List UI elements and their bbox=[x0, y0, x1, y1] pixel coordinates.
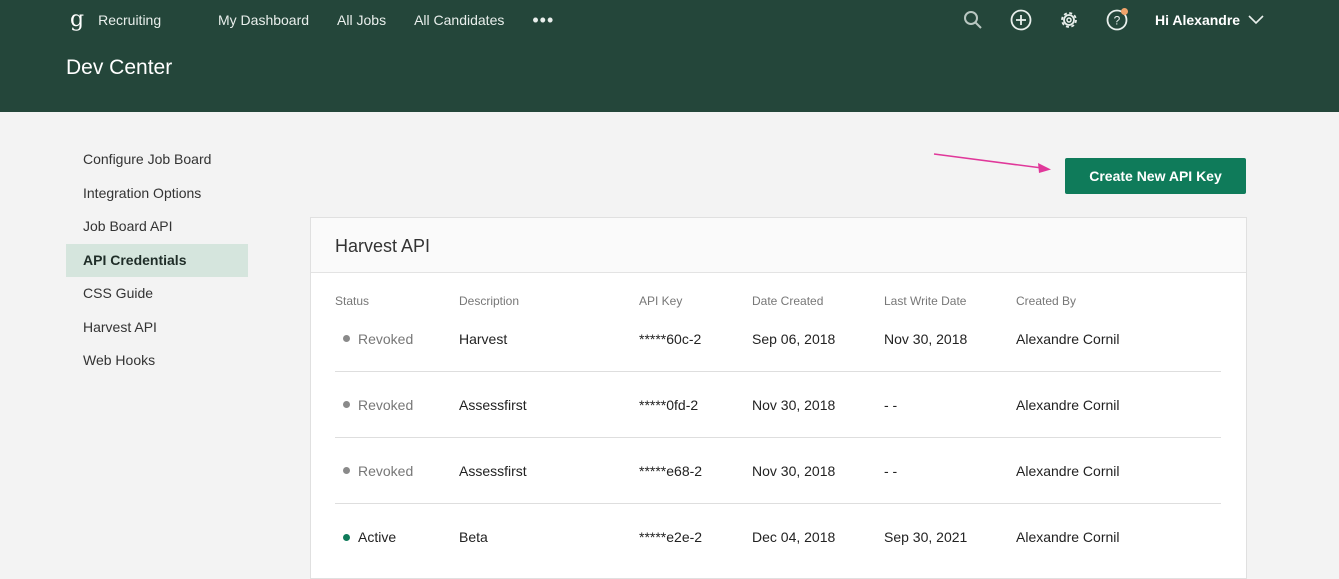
status-cell: Active bbox=[335, 504, 396, 570]
sidebar-item-css-guide[interactable]: CSS Guide bbox=[66, 277, 248, 311]
created-by-cell: Alexandre Cornil bbox=[1016, 330, 1120, 347]
status-cell: Revoked bbox=[335, 372, 413, 437]
nav-my-dashboard[interactable]: My Dashboard bbox=[218, 12, 309, 28]
settings-gear-icon[interactable] bbox=[1056, 7, 1082, 33]
last-write-date-cell: - - bbox=[884, 396, 898, 413]
last-write-date-cell: - - bbox=[884, 462, 898, 479]
app-name: Recruiting bbox=[98, 12, 162, 28]
date-created-cell: Nov 30, 2018 bbox=[752, 396, 836, 413]
last-write-date-cell: Sep 30, 2021 bbox=[884, 529, 968, 545]
search-icon[interactable] bbox=[960, 7, 986, 33]
created-by-cell: Alexandre Cornil bbox=[1016, 462, 1120, 479]
api-key-cell: *****60c-2 bbox=[639, 330, 702, 347]
description-cell: Beta bbox=[459, 529, 488, 545]
more-menu-icon[interactable]: ••• bbox=[532, 10, 554, 31]
sidebar-item-harvest-api[interactable]: Harvest API bbox=[66, 311, 248, 345]
status-label: Active bbox=[358, 529, 397, 545]
status-dot-icon bbox=[343, 401, 350, 408]
description-cell: Assessfirst bbox=[459, 462, 527, 479]
harvest-api-card: Harvest API Status Description API Key D… bbox=[310, 217, 1247, 579]
api-key-cell: *****e2e-2 bbox=[639, 529, 703, 545]
create-new-api-key-button[interactable]: Create New API Key bbox=[1065, 158, 1246, 194]
status-label: Revoked bbox=[358, 396, 414, 413]
date-created-cell: Dec 04, 2018 bbox=[752, 529, 836, 545]
description-cell: Harvest bbox=[459, 330, 508, 347]
date-created-cell: Sep 06, 2018 bbox=[752, 330, 836, 347]
chevron-down-icon bbox=[1248, 15, 1264, 25]
brand[interactable]: g Recruiting bbox=[66, 6, 161, 34]
nav-all-candidates[interactable]: All Candidates bbox=[414, 12, 504, 28]
api-key-cell: *****0fd-2 bbox=[639, 396, 699, 413]
status-dot-icon bbox=[343, 533, 350, 541]
table-row[interactable]: Revoked Harvest *****60c-2 Sep 06, 2018 … bbox=[335, 306, 1221, 372]
date-created-cell: Nov 30, 2018 bbox=[752, 462, 836, 479]
status-dot-icon bbox=[343, 467, 350, 474]
table-row[interactable]: Active Beta *****e2e-2 Dec 04, 2018 Sep … bbox=[335, 504, 1221, 570]
card-header bbox=[311, 218, 1246, 273]
sidebar-item-web-hooks[interactable]: Web Hooks bbox=[66, 344, 248, 378]
card-title: Harvest API bbox=[335, 236, 431, 256]
greenhouse-logo-icon: g bbox=[70, 7, 85, 32]
table-row[interactable]: Revoked Assessfirst *****0fd-2 Nov 30, 2… bbox=[335, 372, 1221, 438]
last-write-date-cell: Nov 30, 2018 bbox=[884, 330, 968, 347]
header-icons: ? bbox=[960, 6, 1152, 34]
svg-text:?: ? bbox=[1114, 14, 1121, 28]
page-title: Dev Center bbox=[66, 56, 173, 79]
help-icon[interactable]: ? bbox=[1104, 7, 1130, 33]
nav-all-jobs[interactable]: All Jobs bbox=[337, 12, 386, 28]
created-by-cell: Alexandre Cornil bbox=[1016, 529, 1120, 545]
user-menu[interactable]: Hi Alexandre bbox=[1155, 6, 1264, 34]
top-header: g Recruiting My Dashboard All Jobs All C… bbox=[0, 0, 1339, 112]
status-cell: Revoked bbox=[335, 438, 413, 503]
notification-dot bbox=[1121, 8, 1128, 15]
api-key-cell: *****e68-2 bbox=[639, 462, 703, 479]
status-dot-icon bbox=[343, 335, 350, 342]
add-icon[interactable] bbox=[1008, 7, 1034, 33]
user-greeting: Hi Alexandre bbox=[1155, 12, 1241, 28]
status-label: Revoked bbox=[358, 462, 414, 479]
sidebar-item-api-credentials[interactable]: API Credentials bbox=[66, 243, 248, 277]
created-by-cell: Alexandre Cornil bbox=[1016, 396, 1120, 413]
sidebar-item-integration-options[interactable]: Integration Options bbox=[66, 177, 248, 211]
sidebar: Configure Job Board Integration Options … bbox=[66, 143, 248, 378]
description-cell: Assessfirst bbox=[459, 396, 527, 413]
status-label: Revoked bbox=[358, 330, 414, 347]
table-row[interactable]: Revoked Assessfirst *****e68-2 Nov 30, 2… bbox=[335, 438, 1221, 504]
sidebar-item-configure-job-board[interactable]: Configure Job Board bbox=[66, 143, 248, 177]
main-nav: My Dashboard All Jobs All Candidates ••• bbox=[218, 6, 554, 34]
sidebar-item-job-board-api[interactable]: Job Board API bbox=[66, 210, 248, 244]
annotation-arrow-icon bbox=[933, 153, 1051, 173]
status-cell: Revoked bbox=[335, 306, 413, 371]
